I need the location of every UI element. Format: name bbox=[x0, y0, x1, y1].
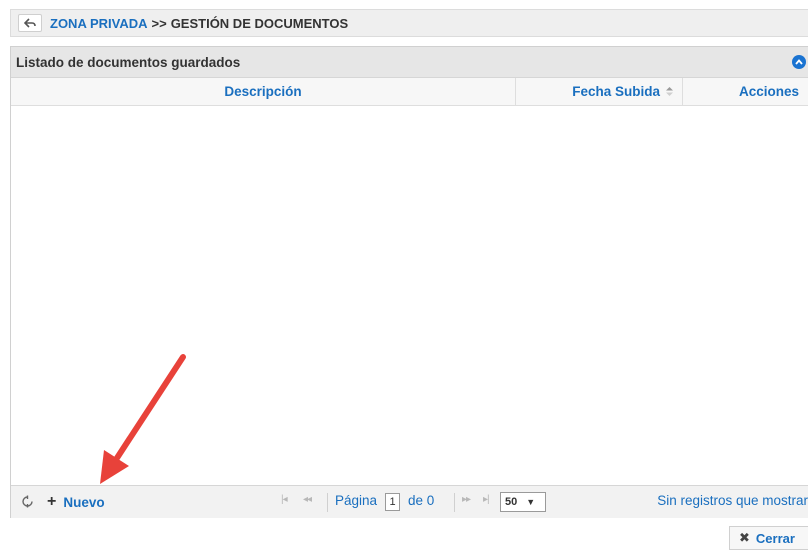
rows-per-page-select[interactable]: 50 ▼ bbox=[500, 492, 546, 512]
back-arrow-icon bbox=[24, 18, 36, 28]
column-header-fecha-subida[interactable]: Fecha Subida bbox=[516, 78, 683, 105]
plus-icon: + bbox=[47, 493, 57, 510]
collapse-icon[interactable] bbox=[792, 55, 806, 69]
grid-body-empty bbox=[11, 106, 808, 485]
records-status: Sin registros que mostrar bbox=[657, 493, 808, 508]
breadcrumb-current: GESTIÓN DE DOCUMENTOS bbox=[170, 15, 349, 31]
add-new-label: Nuevo bbox=[63, 494, 105, 510]
column-header-acciones[interactable]: Acciones bbox=[683, 78, 808, 105]
column-fecha-label: Fecha Subida bbox=[572, 84, 660, 99]
close-icon: ✖ bbox=[739, 530, 750, 545]
documents-grid: Listado de documentos guardados Descripc… bbox=[10, 46, 808, 518]
grid-header-row: Descripción Fecha Subida Acciones bbox=[11, 78, 808, 106]
back-button[interactable] bbox=[18, 14, 42, 32]
breadcrumb-separator: >> bbox=[151, 15, 167, 31]
first-page-icon[interactable]: |◂ bbox=[281, 494, 288, 505]
close-button[interactable]: ✖ Cerrar bbox=[729, 526, 808, 550]
chevron-down-icon: ▼ bbox=[526, 497, 536, 507]
column-descripcion-label: Descripción bbox=[224, 84, 302, 99]
next-page-icon[interactable]: ▸▸ bbox=[462, 494, 471, 505]
page-label: Página bbox=[335, 493, 378, 508]
page-number-input[interactable]: 1 bbox=[385, 493, 400, 511]
page-total: de 0 bbox=[408, 493, 435, 508]
grid-pager: + Nuevo |◂ ◂◂ Página 1 de 0 ▸▸ ▸| 50 ▼ S… bbox=[11, 485, 808, 518]
pager-divider bbox=[327, 493, 328, 512]
pager-divider bbox=[454, 493, 455, 512]
refresh-icon[interactable] bbox=[21, 495, 34, 508]
grid-title: Listado de documentos guardados bbox=[16, 54, 241, 70]
add-new-button[interactable]: + Nuevo bbox=[47, 493, 105, 511]
close-label: Cerrar bbox=[755, 530, 795, 546]
breadcrumb: ZONA PRIVADA >> GESTIÓN DE DOCUMENTOS bbox=[10, 9, 808, 37]
prev-page-icon[interactable]: ◂◂ bbox=[303, 494, 312, 505]
last-page-icon[interactable]: ▸| bbox=[483, 494, 490, 505]
sort-icon[interactable] bbox=[665, 86, 674, 97]
column-header-descripcion[interactable]: Descripción bbox=[11, 78, 516, 105]
grid-caption: Listado de documentos guardados bbox=[11, 47, 808, 78]
rows-per-page-value: 50 bbox=[505, 496, 518, 508]
breadcrumb-zona-privada-link[interactable]: ZONA PRIVADA bbox=[50, 16, 148, 31]
column-acciones-label: Acciones bbox=[739, 84, 800, 99]
